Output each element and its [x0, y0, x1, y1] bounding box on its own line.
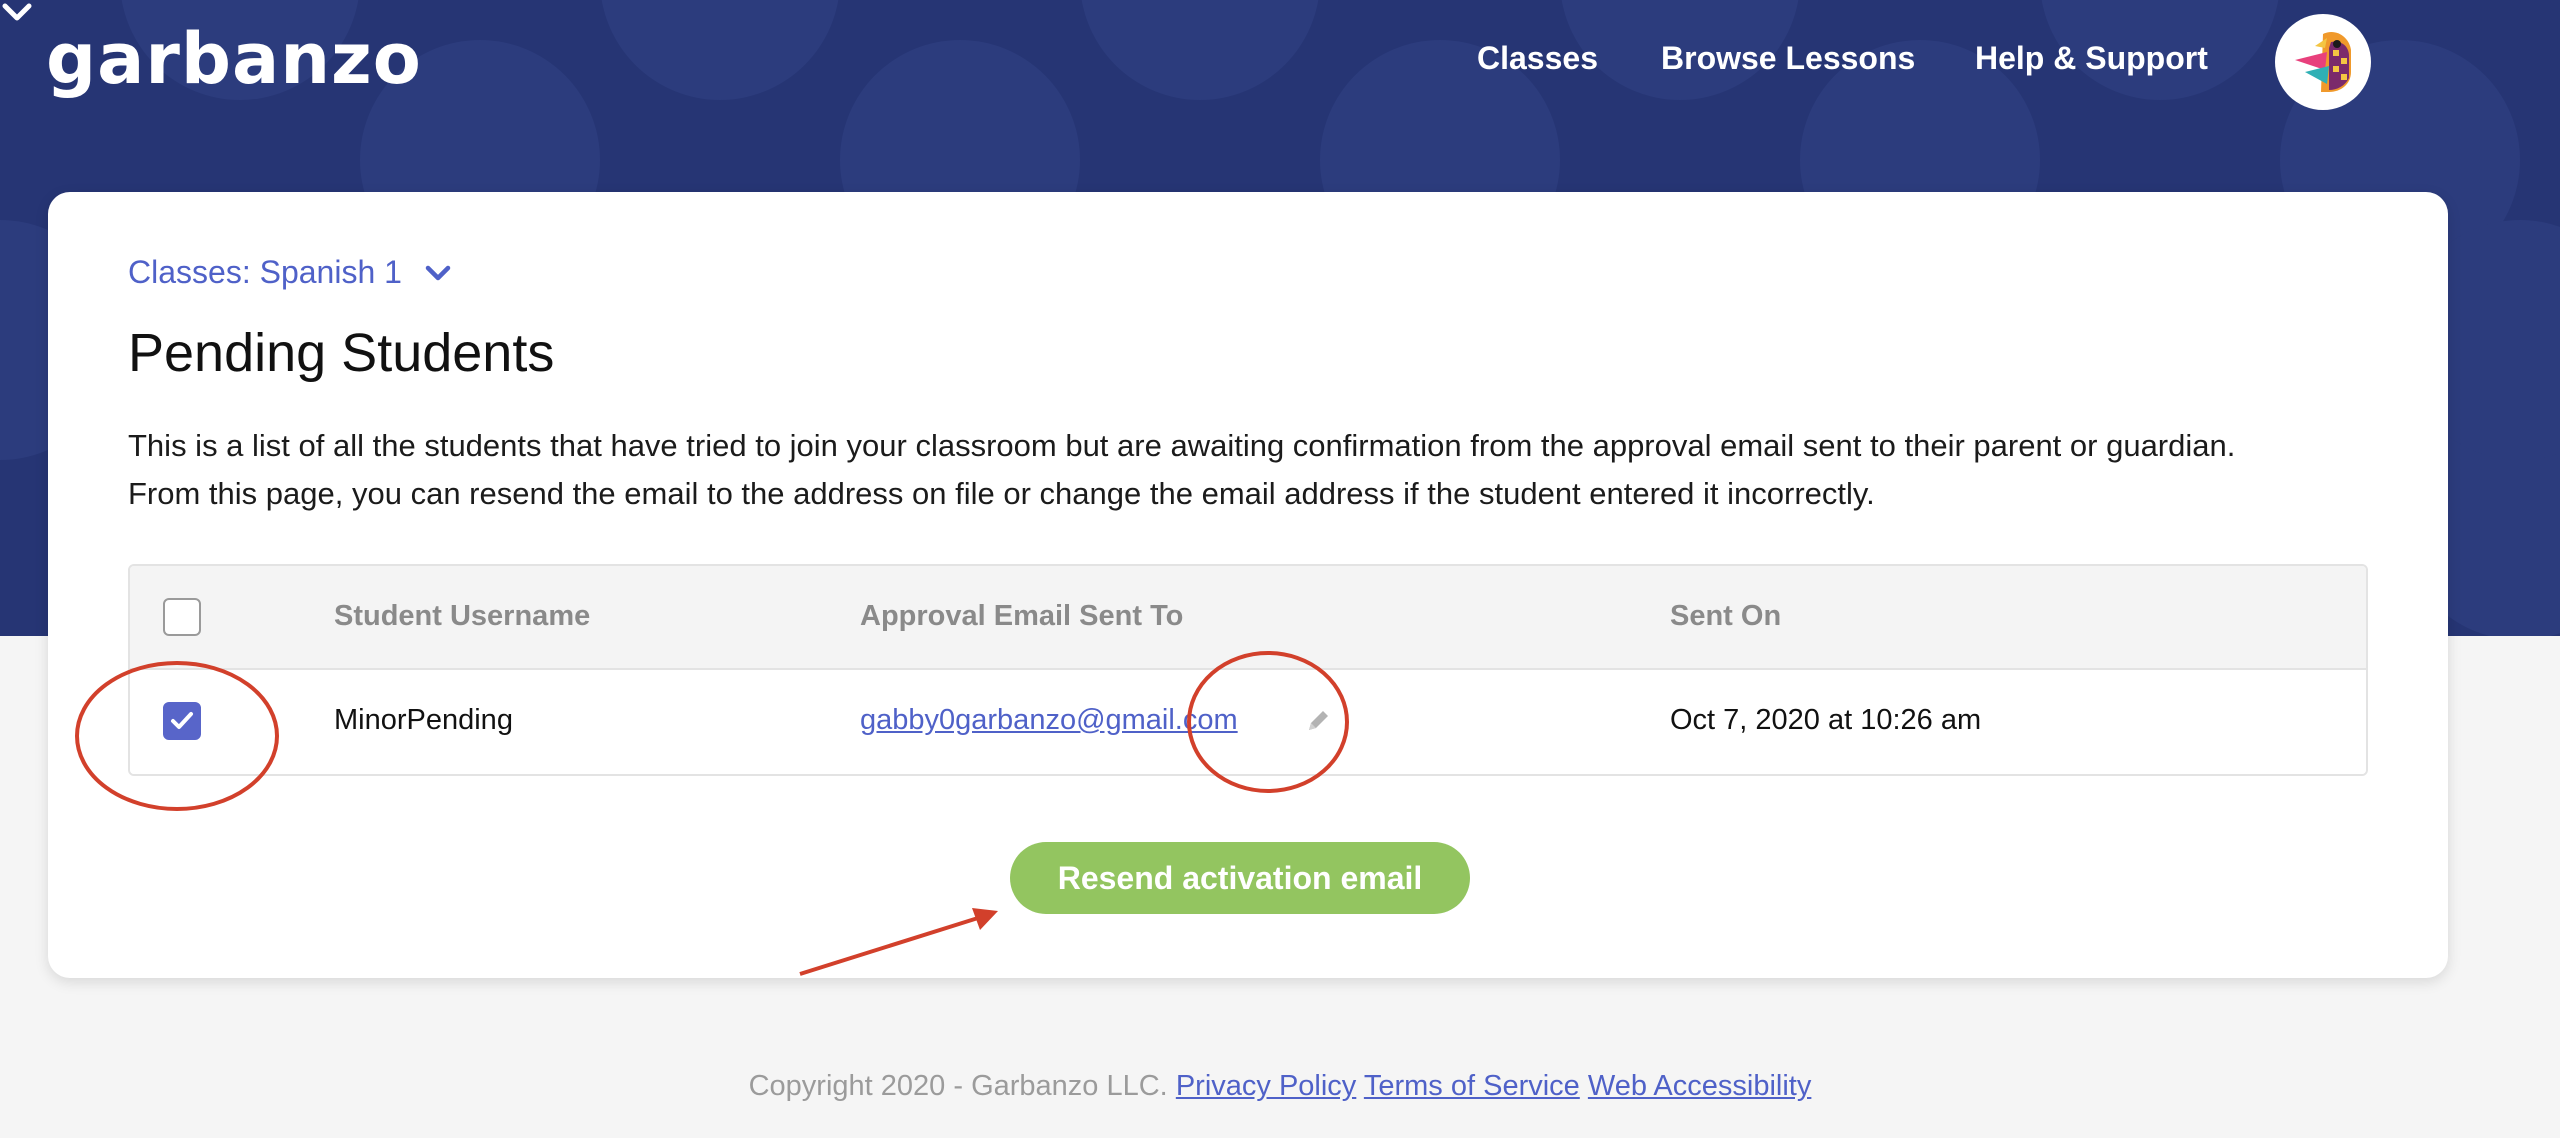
- class-selector-label: Classes: Spanish 1: [128, 254, 402, 290]
- sent-on-date: Oct 7, 2020 at 10:26 am: [1670, 704, 1982, 736]
- approval-email-link[interactable]: gabby0garbanzo@gmail.com: [860, 704, 1238, 736]
- chevron-down-icon[interactable]: [0, 0, 34, 24]
- column-header-email: Approval Email Sent To: [860, 600, 1184, 632]
- nav-classes[interactable]: Classes: [1477, 40, 1598, 77]
- column-header-sent-on: Sent On: [1670, 600, 1782, 632]
- web-accessibility-link[interactable]: Web Accessibility: [1588, 1070, 1812, 1102]
- table-row: MinorPending gabby0garbanzo@gmail.com Oc…: [130, 670, 2366, 774]
- select-all-checkbox[interactable]: [163, 598, 201, 636]
- checkmark-icon: [171, 712, 193, 729]
- privacy-policy-link[interactable]: Privacy Policy: [1176, 1070, 1357, 1102]
- student-username: MinorPending: [334, 704, 513, 736]
- page-title: Pending Students: [128, 323, 555, 383]
- nav-browse-lessons[interactable]: Browse Lessons: [1661, 40, 1915, 77]
- description-line: From this page, you can resend the email…: [128, 476, 1875, 511]
- row-checkbox[interactable]: [163, 702, 201, 740]
- table-header: Student Username Approval Email Sent To …: [130, 566, 2366, 670]
- top-nav: Classes Browse Lessons Help & Support: [0, 40, 2560, 90]
- copyright-text: Copyright 2020 - Garbanzo LLC.: [748, 1070, 1168, 1102]
- description-line: This is a list of all the students that …: [128, 428, 2236, 463]
- class-selector[interactable]: Classes: Spanish 1: [128, 254, 452, 291]
- user-avatar[interactable]: [2275, 14, 2371, 110]
- parrot-avatar-icon: [2295, 31, 2351, 92]
- nav-help-support[interactable]: Help & Support: [1975, 40, 2208, 77]
- column-header-username: Student Username: [334, 600, 591, 632]
- terms-of-service-link[interactable]: Terms of Service: [1364, 1070, 1580, 1102]
- pencil-edit-icon[interactable]: [1305, 708, 1331, 734]
- email-cell: gabby0garbanzo@gmail.com: [860, 704, 1238, 737]
- pending-students-card: Classes: Spanish 1 Pending Students This…: [48, 192, 2448, 978]
- resend-activation-email-button[interactable]: Resend activation email: [1010, 842, 1470, 914]
- pending-students-table: Student Username Approval Email Sent To …: [128, 564, 2368, 776]
- page-footer: Copyright 2020 - Garbanzo LLC. Privacy P…: [0, 1070, 2560, 1103]
- page-description: This is a list of all the students that …: [128, 422, 2448, 518]
- chevron-down-icon: [425, 265, 451, 280]
